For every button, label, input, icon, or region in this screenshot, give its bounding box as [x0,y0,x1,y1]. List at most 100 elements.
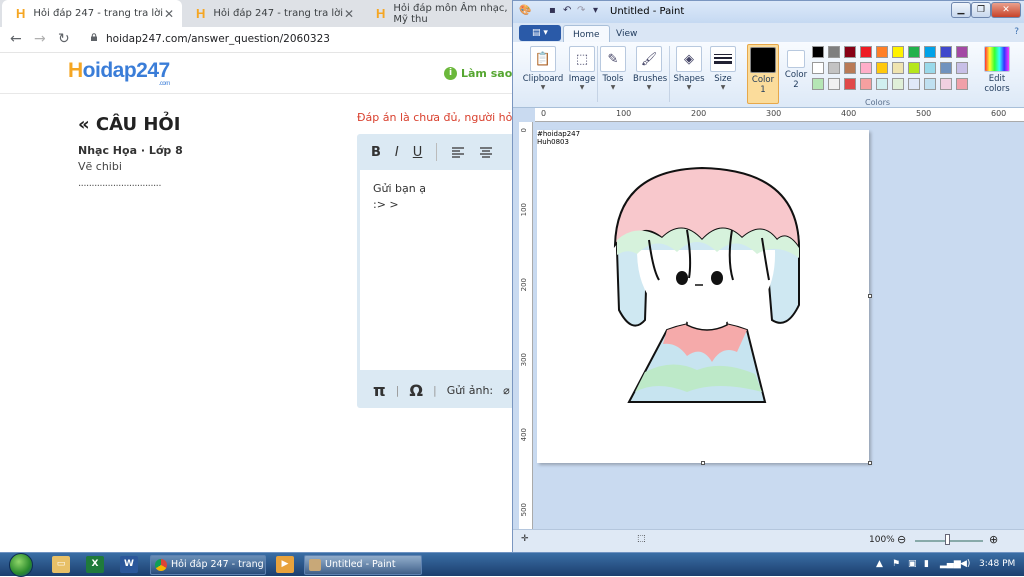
undo-icon[interactable]: ↶ [563,5,571,16]
rainbow-icon [984,46,1010,72]
flag-icon[interactable]: ⚑ [892,559,900,569]
symbol-omega-button[interactable]: Ω [409,381,423,400]
color-swatch[interactable] [860,46,872,58]
color2-selector[interactable]: Color 2 [781,44,811,104]
color-swatch[interactable] [940,46,952,58]
answer-textarea[interactable]: Gửi bạn ạ :> > [360,170,514,370]
color-swatch[interactable] [956,46,968,58]
image-group[interactable]: ⬚ Image ▼ [567,44,597,104]
color-swatch[interactable] [908,62,920,74]
zoom-in-icon[interactable]: ⊕ [989,533,998,546]
paint-file-menu-button[interactable]: ▤ ▾ [519,25,561,41]
quick-access-dropdown-icon[interactable]: ▾ [593,5,598,16]
color-swatch[interactable] [908,46,920,58]
save-icon[interactable]: ▪ [549,5,556,16]
media-player-icon[interactable]: ▶ [276,556,294,573]
minimize-button[interactable]: ▁ [951,2,971,18]
network-signal-icon[interactable]: ▂▄▆ [940,559,961,569]
url-field[interactable]: hoidap247.com/answer_question/2060323 [106,33,330,45]
forward-arrow-icon[interactable]: → [34,31,46,47]
paint-titlebar: 🎨 ▪ ↶ ↷ ▾ Untitled - Paint ▁ ❐ ✕ [513,1,1024,23]
chrome-icon [155,559,167,571]
tray-expand-icon[interactable]: ▲ [876,559,883,569]
close-button[interactable]: ✕ [991,2,1021,18]
tab-close-icon[interactable]: ✕ [344,7,354,21]
maximize-button[interactable]: ❐ [971,2,991,18]
help-icon[interactable]: ? [1014,27,1019,37]
color-swatch[interactable] [828,78,840,90]
word-icon[interactable]: W [120,556,138,573]
browser-tab-1[interactable]: H Hỏi đáp 247 - trang tra lời ✕ [2,0,182,27]
reload-icon[interactable]: ↻ [58,31,70,47]
redo-icon[interactable]: ↷ [577,5,585,16]
align-center-icon[interactable] [479,146,493,158]
clock-time[interactable]: 3:48 PM [979,559,1015,569]
color-swatch[interactable] [860,78,872,90]
size-group[interactable]: Size ▼ [709,44,737,104]
color-swatch[interactable] [812,46,824,58]
math-pi-button[interactable]: π [373,381,386,400]
color-swatch[interactable] [924,46,936,58]
color-swatch[interactable] [940,62,952,74]
color-swatch[interactable] [876,78,888,90]
paint-window-title: Untitled - Paint [610,6,685,17]
excel-icon[interactable]: X [86,556,104,573]
taskbar-paint-button[interactable]: Untitled - Paint [304,555,422,575]
tray-app-icon[interactable]: ▣ [908,559,917,569]
edit-colors-button[interactable]: Edit colors [977,44,1017,104]
color-swatch[interactable] [844,46,856,58]
zoom-out-icon[interactable]: ⊖ [897,533,906,546]
tab-view[interactable]: View [607,25,646,43]
start-button[interactable] [4,553,38,577]
ruler-tick-label: 300 [520,353,528,367]
color-swatch[interactable] [940,78,952,90]
color-swatch[interactable] [924,78,936,90]
color-swatch[interactable] [908,78,920,90]
back-arrow-icon[interactable]: ← [10,31,22,47]
volume-icon[interactable]: ◀) [960,559,970,569]
paperclip-icon[interactable]: ⌀ [503,384,510,397]
tools-group[interactable]: ✎ Tools ▼ [599,44,627,104]
color-swatch[interactable] [956,78,968,90]
color-swatch[interactable] [876,62,888,74]
italic-button[interactable]: I [395,145,399,160]
brushes-group[interactable]: 🖌 Brushes ▼ [633,44,667,104]
color-swatch[interactable] [892,46,904,58]
ruler-tick-label: 200 [520,278,528,292]
browser-tab-2[interactable]: H Hỏi đáp 247 - trang tra lời ✕ [182,0,362,27]
color-swatch[interactable] [876,46,888,58]
color-swatch[interactable] [892,78,904,90]
color-swatch[interactable] [924,62,936,74]
ruler-tick-label: 500 [916,109,932,118]
resize-handle[interactable] [701,461,705,465]
align-left-icon[interactable] [451,146,465,158]
color-swatch[interactable] [860,62,872,74]
color-swatch[interactable] [892,62,904,74]
color-swatch[interactable] [828,46,840,58]
bold-button[interactable]: B [371,145,381,160]
site-logo[interactable]: Hoidap247 .com [68,59,170,87]
color-swatch[interactable] [956,62,968,74]
color-swatch[interactable] [812,62,824,74]
paint-canvas[interactable]: #hoidap247 Huh0803 [537,130,872,465]
shapes-group[interactable]: ◈ Shapes ▼ [673,44,705,104]
color-swatch[interactable] [828,62,840,74]
answer-editor: B I U Gửi bạn ạ :> > π | Ω | Gửi ảnh: ⌀ [357,134,517,408]
underline-button[interactable]: U [413,145,423,160]
taskbar-chrome-button[interactable]: Hỏi đáp 247 - trang t... [150,555,266,575]
clipboard-group[interactable]: 📋 Clipboard ▼ [521,44,565,104]
resize-handle[interactable] [868,461,872,465]
explorer-icon[interactable]: ▭ [52,556,70,573]
attach-image-label: Gửi ảnh: [446,383,494,397]
color1-selector[interactable]: Color 1 [747,44,779,104]
color-swatch[interactable] [844,62,856,74]
resize-handle[interactable] [868,294,872,298]
color-swatch[interactable] [844,78,856,90]
browser-tab-3[interactable]: H Hỏi đáp môn Âm nhạc, Mỹ thu [362,0,512,27]
tab-close-icon[interactable]: ✕ [164,7,174,21]
battery-icon[interactable]: ▮ [924,559,929,569]
tab-home[interactable]: Home [563,25,610,43]
color2-swatch [787,50,805,68]
zoom-slider-thumb[interactable] [945,534,950,545]
color-swatch[interactable] [812,78,824,90]
